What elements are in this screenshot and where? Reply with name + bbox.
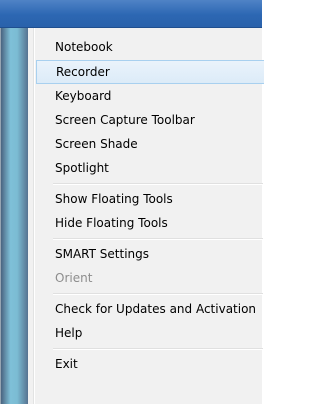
menu-separator — [53, 293, 263, 295]
window-titlebar — [0, 0, 262, 28]
menu-item-notebook[interactable]: Notebook — [35, 35, 263, 59]
menu-item-smart-settings[interactable]: SMART Settings — [35, 242, 263, 266]
menu-item-exit[interactable]: Exit — [35, 352, 263, 376]
menu-item-help[interactable]: Help — [35, 321, 263, 345]
menu-side-strip — [1, 28, 28, 404]
menu-item-keyboard[interactable]: Keyboard — [35, 84, 263, 108]
menu-item-check-for-updates[interactable]: Check for Updates and Activation — [35, 297, 263, 321]
menu-item-hide-floating-tools[interactable]: Hide Floating Tools — [35, 211, 263, 235]
menu-item-show-floating-tools[interactable]: Show Floating Tools — [35, 187, 263, 211]
context-menu: Notebook Recorder Keyboard Screen Captur… — [0, 28, 264, 404]
menu-item-spotlight[interactable]: Spotlight — [35, 156, 263, 180]
menu-separator — [53, 348, 263, 350]
menu-item-screen-shade[interactable]: Screen Shade — [35, 132, 263, 156]
menu-item-recorder[interactable]: Recorder — [36, 60, 264, 84]
menu-item-orient: Orient — [55, 271, 93, 285]
menu-separator — [53, 238, 263, 240]
menu-separator — [53, 183, 263, 185]
menu-item-screen-capture-toolbar[interactable]: Screen Capture Toolbar — [35, 108, 263, 132]
